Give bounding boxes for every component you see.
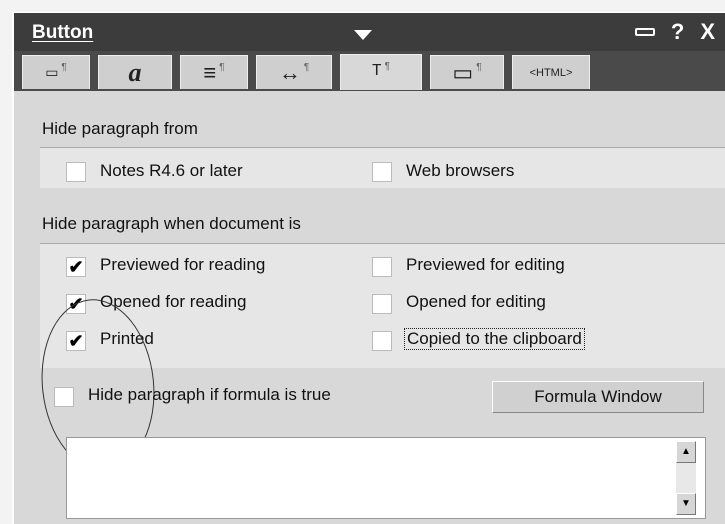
margins-icon: ↔ [278, 59, 301, 85]
alignment-icon: ≡ [203, 59, 217, 85]
tab-field-info[interactable]: ▭ ¶ [22, 55, 90, 89]
formula-window-button[interactable]: Formula Window [492, 381, 704, 413]
hide-from-label: Hide paragraph from [42, 119, 198, 138]
copied-clipboard-label: Copied to the clipboard [404, 328, 585, 350]
tab-paragraph-hide[interactable]: ᵀ ¶ [340, 54, 422, 90]
scroll-down-icon[interactable]: ▼ [676, 493, 696, 515]
field-info-icon: ▭ [45, 64, 59, 80]
opened-reading-label: Opened for reading [100, 292, 247, 311]
chevron-down-icon[interactable] [354, 30, 372, 40]
copied-clipboard-checkbox[interactable] [372, 331, 392, 351]
hide-when-label: Hide paragraph when document is [42, 214, 301, 233]
style-icon: ▭ [452, 59, 474, 85]
tab-paragraph-margins[interactable]: ↔ ¶ [256, 55, 332, 89]
previewed-reading-checkbox[interactable]: ✔ [66, 257, 86, 277]
notes-checkbox[interactable] [66, 162, 86, 182]
tab-strip: ▭ ¶ a ≡ ¶ ↔ ¶ ᵀ ¶ ▭ ¶ <HTML> [14, 51, 725, 91]
window-title[interactable]: Button [32, 22, 93, 44]
previewed-editing-checkbox[interactable] [372, 257, 392, 277]
hide-paragraph-icon: ᵀ [372, 59, 382, 85]
formula-label: Hide paragraph if formula is true [88, 385, 331, 404]
tab-paragraph-style[interactable]: ▭ ¶ [430, 55, 504, 89]
html-icon: <HTML> [529, 66, 573, 79]
title-bar-controls: ? X [634, 19, 715, 45]
scroll-up-icon[interactable]: ▲ [676, 441, 696, 463]
tab-paragraph-alignment[interactable]: ≡ ¶ [180, 55, 248, 89]
formula-checkbox[interactable] [54, 387, 74, 407]
web-browsers-checkbox[interactable] [372, 162, 392, 182]
title-bar: Button ? X [14, 13, 725, 51]
formula-input[interactable] [66, 437, 706, 519]
help-button[interactable]: ? [671, 19, 684, 45]
tab-font[interactable]: a [98, 55, 172, 89]
formula-scrollbar[interactable]: ▲ ▼ [676, 441, 696, 515]
hide-paragraph-panel: Hide paragraph from Notes R4.6 or later … [14, 91, 725, 524]
previewed-reading-label: Previewed for reading [100, 255, 266, 274]
web-browsers-label: Web browsers [406, 161, 515, 180]
button-properties-dialog: Button ? X ▭ ¶ a ≡ ¶ ↔ ¶ ᵀ ¶ ▭ ¶ <HTML> H [12, 12, 725, 524]
notes-label: Notes R4.6 or later [100, 161, 243, 180]
previewed-editing-label: Previewed for editing [406, 255, 565, 274]
font-icon: a [128, 57, 142, 87]
keyboard-icon[interactable] [634, 28, 655, 36]
tab-html[interactable]: <HTML> [512, 55, 590, 89]
opened-editing-checkbox[interactable] [372, 294, 392, 314]
opened-editing-label: Opened for editing [406, 292, 546, 311]
close-button[interactable]: X [700, 19, 715, 45]
